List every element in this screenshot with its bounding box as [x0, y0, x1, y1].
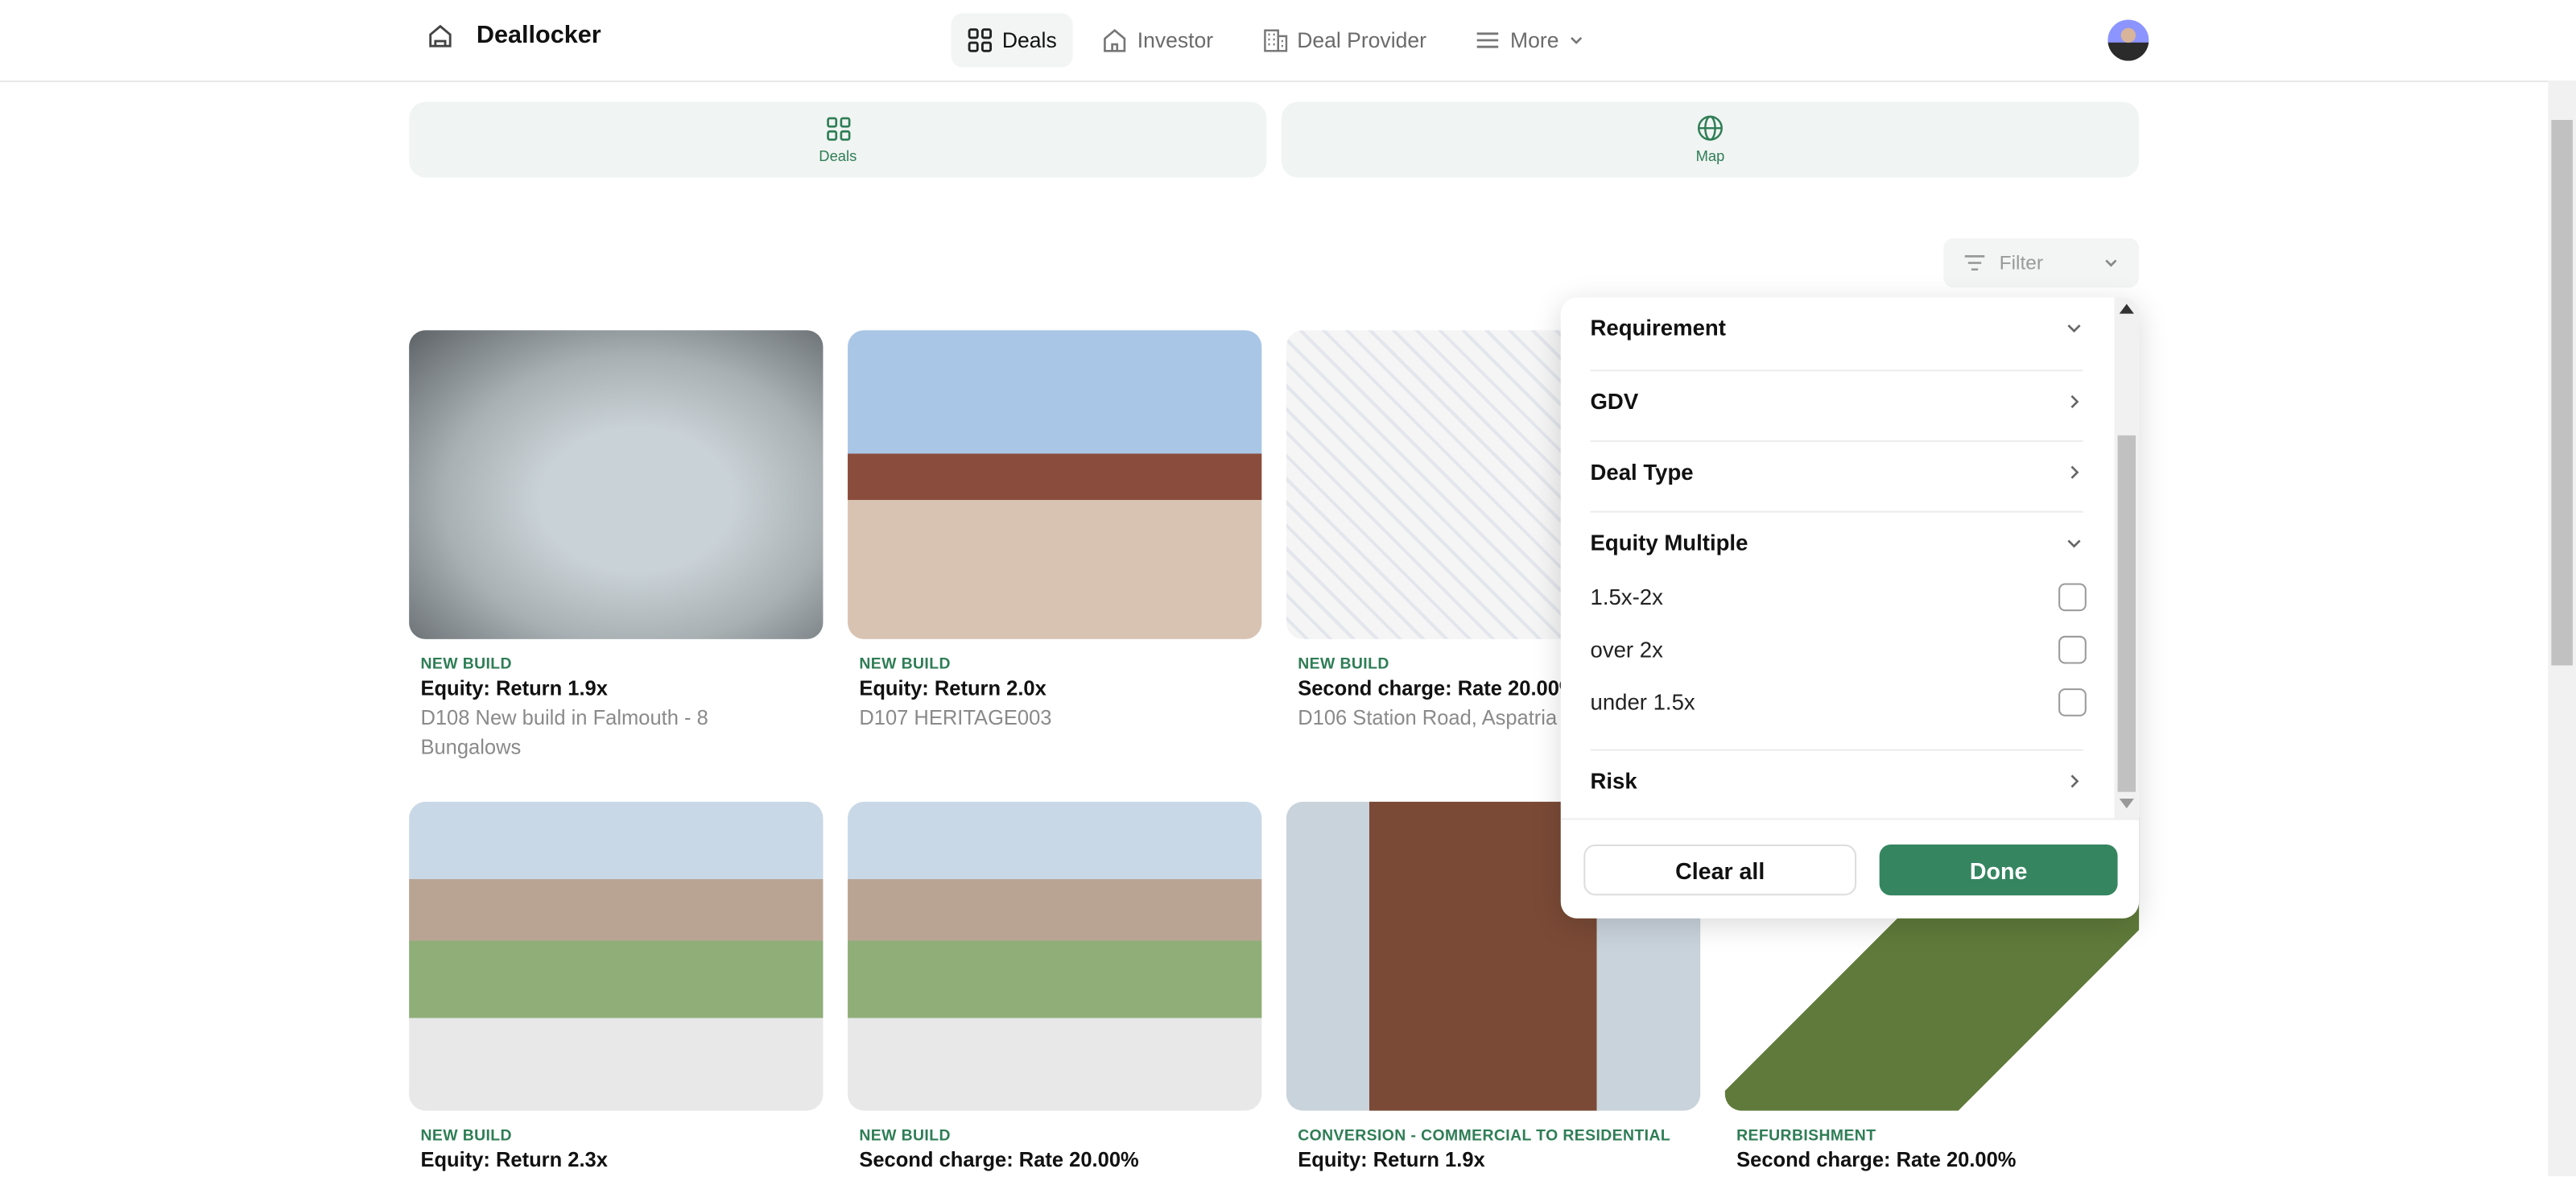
tab-deals[interactable]: Deals — [409, 101, 1267, 178]
checkbox[interactable] — [2058, 688, 2087, 717]
option-label: over 2x — [1590, 637, 1663, 663]
deal-card[interactable]: NEW BUILD Equity: Return 2.0x D107 HERIT… — [848, 330, 1262, 733]
menu-icon — [1477, 32, 1499, 48]
deal-image — [409, 330, 824, 639]
chevron-down-icon — [2067, 324, 2081, 333]
deal-name: D108 New build in Falmouth - 8 Bungalows — [420, 706, 708, 759]
building-icon — [1263, 29, 1287, 52]
option-over-2x[interactable]: over 2x — [1590, 635, 2087, 664]
checkbox[interactable] — [2058, 635, 2087, 664]
section-label: Risk — [1590, 769, 1637, 794]
deal-title: Equity: Return 1.9x — [1298, 1148, 1485, 1172]
chevron-right-icon — [2070, 465, 2079, 479]
grid-icon — [826, 116, 850, 140]
section-label: Equity Multiple — [1590, 531, 1748, 555]
section-label: Deal Type — [1590, 460, 1694, 485]
option-label: under 1.5x — [1590, 690, 1695, 715]
deal-category: NEW BUILD — [859, 1126, 951, 1146]
dropdown-scrollbar[interactable] — [2114, 297, 2140, 819]
page-scrollbar[interactable] — [2548, 80, 2576, 1177]
deal-category: NEW BUILD — [420, 655, 512, 674]
nav-label: Deals — [1001, 27, 1057, 53]
option-1-5x-2x[interactable]: 1.5x-2x — [1590, 583, 2087, 612]
deal-image — [848, 330, 1262, 639]
deal-category: REFURBISHMENT — [1736, 1126, 1876, 1146]
nav-label: More — [1510, 27, 1559, 53]
globe-icon — [1697, 115, 1723, 141]
deal-title: Second charge: Rate 20.00% — [859, 1148, 1139, 1172]
section-risk[interactable]: Risk — [1590, 769, 2083, 794]
filter-icon — [1964, 255, 1985, 271]
deal-card[interactable]: NEW BUILD Equity: Return 2.3x — [409, 801, 824, 1172]
brand-logo[interactable]: Deallocker — [427, 21, 601, 50]
deal-name: D107 HERITAGE003 — [859, 706, 1052, 730]
nav-deal-provider[interactable]: Deal Provider — [1246, 13, 1443, 67]
chevron-right-icon — [2070, 394, 2079, 409]
chevron-down-icon — [2105, 259, 2117, 267]
filter-button[interactable]: Filter — [1943, 237, 2140, 288]
home-icon — [1104, 29, 1126, 52]
app-name: Deallocker — [476, 21, 601, 50]
filter-label: Filter — [1999, 251, 2044, 275]
tab-map[interactable]: Map — [1281, 101, 2140, 178]
section-equity-multiple[interactable]: Equity Multiple — [1590, 531, 2083, 555]
section-label: Requirement — [1590, 315, 1726, 341]
deal-title: Second charge: Rate 20.00% — [1736, 1148, 2017, 1172]
nav-more[interactable]: More — [1459, 13, 1600, 67]
filter-dropdown: Requirement GDV Deal Type Equity Multipl… — [1560, 297, 2140, 919]
deal-card[interactable]: NEW BUILD Second charge: Rate 20.00% — [848, 801, 1262, 1172]
main-nav: Deals Investor Deal Provider More — [951, 13, 1600, 68]
grid-icon — [968, 28, 993, 52]
deal-category: NEW BUILD — [859, 655, 951, 674]
tab-label: Deals — [819, 147, 857, 164]
deal-title: Equity: Return 2.0x — [859, 676, 1046, 700]
section-gdv[interactable]: GDV — [1590, 389, 2083, 415]
nav-investor[interactable]: Investor — [1086, 13, 1229, 67]
chevron-right-icon — [2070, 774, 2079, 788]
tab-label: Map — [1695, 147, 1725, 165]
nav-label: Investor — [1137, 27, 1214, 53]
avatar[interactable] — [2107, 19, 2149, 61]
scroll-down-icon[interactable] — [2119, 798, 2134, 809]
top-navbar: Deallocker Deals Investor Deal Provider … — [0, 0, 2549, 83]
option-under-1-5x[interactable]: under 1.5x — [1590, 688, 2087, 717]
deal-image — [409, 801, 824, 1111]
nav-label: Deal Provider — [1297, 27, 1426, 53]
section-requirement[interactable]: Requirement — [1590, 315, 2083, 341]
deal-image — [848, 801, 1262, 1111]
option-label: 1.5x-2x — [1590, 584, 1663, 610]
deal-title: Equity: Return 1.9x — [420, 676, 608, 700]
section-deal-type[interactable]: Deal Type — [1590, 460, 2083, 485]
home-logo-icon — [429, 23, 452, 47]
chevron-down-icon — [1570, 37, 1582, 44]
section-label: GDV — [1590, 389, 1639, 415]
clear-all-button[interactable]: Clear all — [1583, 844, 1857, 896]
deal-category: NEW BUILD — [420, 1126, 512, 1146]
scroll-up-icon[interactable] — [2119, 304, 2134, 314]
checkbox[interactable] — [2058, 583, 2087, 612]
deal-category: CONVERSION - COMMERCIAL TO RESIDENTIAL — [1298, 1126, 1671, 1146]
deal-title: Equity: Return 2.3x — [420, 1148, 608, 1172]
nav-deals[interactable]: Deals — [951, 13, 1074, 68]
chevron-down-icon — [2067, 539, 2081, 548]
deal-card[interactable]: NEW BUILD Equity: Return 1.9x D108 New b… — [409, 330, 824, 762]
done-button[interactable]: Done — [1879, 844, 2118, 896]
